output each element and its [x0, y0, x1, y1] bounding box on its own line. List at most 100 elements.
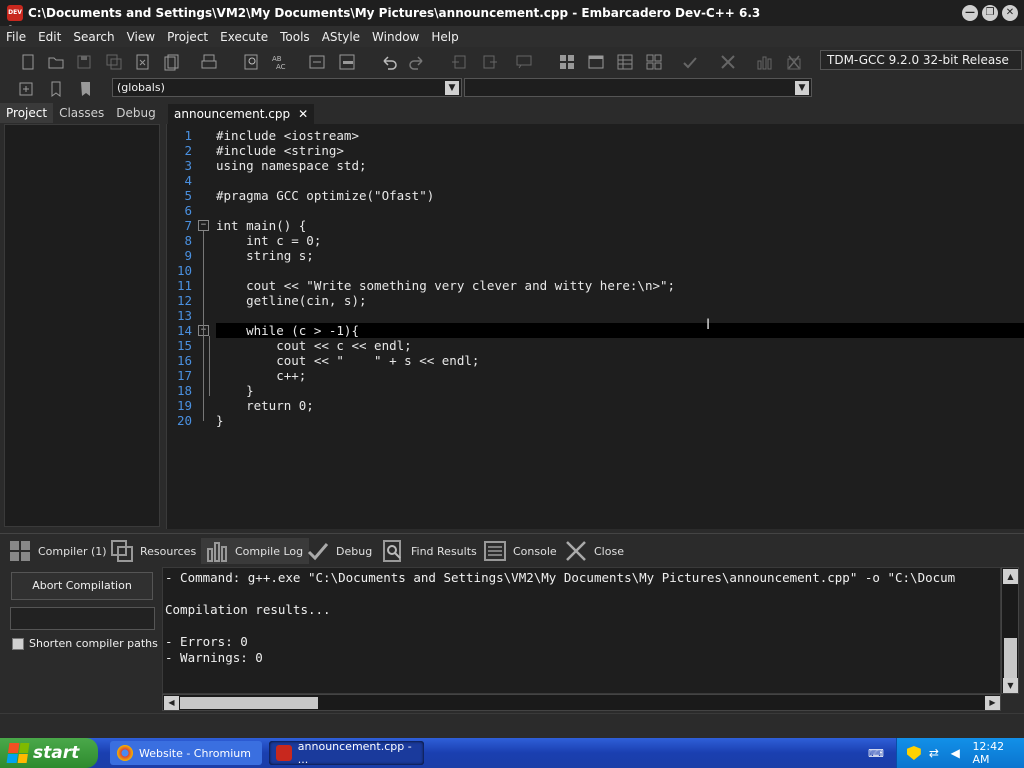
goto-line-icon[interactable] — [305, 51, 329, 73]
fold-toggle-icon[interactable]: − — [198, 220, 209, 231]
menu-window[interactable]: Window — [366, 30, 425, 44]
shorten-paths-option[interactable]: Shorten compiler paths — [12, 637, 158, 650]
menu-execute[interactable]: Execute — [214, 30, 274, 44]
close-tab-icon[interactable]: ✕ — [298, 107, 308, 121]
left-panel-tabs: Project Classes Debug — [0, 103, 165, 123]
tab-project[interactable]: Project — [0, 103, 54, 123]
scroll-down-icon[interactable]: ▼ — [1003, 678, 1018, 693]
find-icon[interactable] — [240, 51, 264, 73]
vertical-scroll-thumb[interactable] — [1004, 638, 1017, 678]
scroll-right-icon[interactable]: ▶ — [985, 696, 1000, 710]
profile-icon[interactable] — [752, 51, 776, 73]
menu-file[interactable]: File — [0, 30, 32, 44]
keyboard-icon[interactable]: ⌨ — [866, 741, 886, 765]
syntax-check-icon[interactable] — [678, 51, 702, 73]
start-button[interactable]: start — [0, 738, 98, 768]
save-icon[interactable] — [72, 51, 96, 73]
line-number: 19 — [176, 398, 192, 413]
minimize-icon[interactable]: — — [962, 5, 978, 21]
code-text: using namespace std; — [216, 158, 367, 173]
maximize-editor-icon[interactable] — [584, 51, 608, 73]
new-file-icon[interactable] — [16, 51, 40, 73]
tab-compile-log[interactable]: Compile Log — [201, 538, 310, 564]
volume-icon[interactable]: ◀ — [951, 746, 965, 760]
run-icon[interactable] — [642, 51, 666, 73]
tab-console[interactable]: Console — [479, 538, 563, 564]
line-number: 15 — [176, 338, 192, 353]
devcpp-task-icon — [276, 745, 292, 761]
log-line: Compilation results... — [165, 602, 331, 617]
scroll-left-icon[interactable]: ◀ — [164, 696, 179, 710]
console-icon — [484, 541, 506, 561]
chevron-down-icon[interactable]: ▼ — [445, 81, 459, 95]
function-combo[interactable]: ▼ — [464, 78, 812, 97]
scroll-up-icon[interactable]: ▲ — [1003, 569, 1018, 584]
print-icon[interactable] — [197, 51, 221, 73]
tab-compile-log-label: Compile Log — [235, 544, 304, 558]
menu-tools[interactable]: Tools — [274, 30, 316, 44]
menu-edit[interactable]: Edit — [32, 30, 67, 44]
horizontal-scroll-thumb[interactable] — [180, 697, 318, 709]
line-number: 4 — [184, 173, 192, 188]
code-editor[interactable]: 1 #include <iostream> 2 #include <string> … — [166, 124, 1024, 529]
undo-icon[interactable] — [377, 51, 401, 73]
insert-code-icon[interactable] — [14, 78, 38, 100]
tab-classes[interactable]: Classes — [53, 103, 110, 123]
compile-log-output[interactable]: - Command: g++.exe "C:\Documents and Set… — [162, 567, 1001, 694]
taskbar-item-chromium[interactable]: Website - Chromium — [110, 741, 262, 765]
code-line: 9 string s; — [167, 248, 1024, 263]
toggle-bookmark-icon[interactable] — [335, 51, 359, 73]
log-line: - Errors: 0 — [165, 634, 248, 649]
abort-compilation-button[interactable]: Abort Compilation — [11, 572, 153, 600]
file-tab-announcement[interactable]: announcement.cpp ✕ — [168, 104, 315, 124]
delete-profile-icon[interactable] — [782, 51, 806, 73]
unindent-icon[interactable] — [478, 51, 502, 73]
tab-find-results[interactable]: Find Results — [377, 538, 483, 564]
compile-log-icon — [207, 542, 227, 562]
goto-bookmark-icon[interactable] — [73, 78, 97, 100]
tab-resources[interactable]: Resources — [106, 538, 202, 564]
compile-icon[interactable] — [613, 51, 637, 73]
compile-progress-bar — [10, 607, 155, 630]
menu-project[interactable]: Project — [161, 30, 214, 44]
close-file-icon[interactable] — [131, 51, 155, 73]
code-line: 5 #pragma GCC optimize("Ofast") — [167, 188, 1024, 203]
taskbar-item-devcpp[interactable]: announcement.cpp - ... — [269, 740, 424, 766]
chevron-down-icon[interactable]: ▼ — [795, 81, 809, 95]
devcpp-app-icon: DEV C++ — [7, 5, 23, 32]
text-cursor-icon: I — [706, 317, 711, 333]
restore-icon[interactable]: ❐ — [982, 5, 998, 21]
network-icon[interactable]: ⇄ — [929, 746, 943, 760]
tab-debug[interactable]: Debug — [110, 103, 161, 123]
log-vertical-scrollbar[interactable]: ▲ ▼ — [1001, 567, 1019, 694]
tab-compiler[interactable]: Compiler (1) — [4, 538, 113, 564]
project-tree[interactable] — [4, 124, 160, 527]
open-folder-icon[interactable] — [44, 51, 68, 73]
save-all-icon[interactable] — [102, 51, 126, 73]
close-icon[interactable]: ✕ — [1002, 5, 1018, 21]
tile-icon[interactable] — [555, 51, 579, 73]
code-line: 19 return 0; — [167, 398, 1024, 413]
stop-execution-icon[interactable] — [716, 51, 740, 73]
comment-icon[interactable] — [512, 51, 536, 73]
shorten-paths-checkbox[interactable] — [12, 637, 24, 650]
code-line: 18 } — [167, 383, 1024, 398]
scope-combo[interactable]: (globals) ▼ — [112, 78, 462, 97]
close-panel-button[interactable]: Close — [560, 538, 630, 564]
redo-icon[interactable] — [405, 51, 429, 73]
menu-view[interactable]: View — [121, 30, 161, 44]
menu-astyle[interactable]: AStyle — [316, 30, 366, 44]
code-line: 16 cout << " " + s << endl; — [167, 353, 1024, 368]
menu-search[interactable]: Search — [67, 30, 120, 44]
indent-icon[interactable] — [447, 51, 471, 73]
code-text: int c = 0; — [216, 233, 322, 248]
security-shield-icon[interactable] — [907, 746, 921, 760]
log-horizontal-scrollbar[interactable]: ◀ ▶ — [162, 694, 1001, 711]
compiler-select[interactable]: TDM-GCC 9.2.0 32-bit Release — [820, 50, 1022, 70]
replace-icon[interactable]: AB AC — [268, 51, 292, 73]
menu-help[interactable]: Help — [425, 30, 464, 44]
clock[interactable]: 12:42 AM — [972, 740, 1024, 766]
tab-debug-bottom[interactable]: Debug — [302, 538, 378, 564]
bookmark-icon[interactable] — [44, 78, 68, 100]
close-all-icon[interactable] — [160, 51, 184, 73]
